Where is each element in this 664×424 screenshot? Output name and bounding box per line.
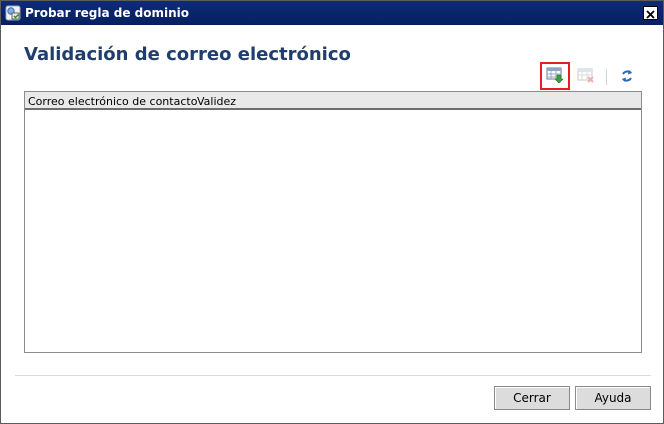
window-title: Probar regla de dominio — [25, 6, 190, 20]
column-header-contact-email[interactable]: Correo electrónico de contacto — [28, 95, 197, 108]
refresh-button[interactable] — [612, 63, 642, 91]
help-button[interactable]: Ayuda — [575, 386, 651, 410]
export-list-icon — [546, 65, 564, 87]
footer-divider — [15, 375, 651, 376]
results-table[interactable]: Correo electrónico de contacto Validez — [24, 91, 642, 353]
dialog-window: Probar regla de dominio Validación de co… — [0, 0, 664, 424]
clear-list-icon — [577, 66, 595, 88]
column-header-validity[interactable]: Validez — [197, 95, 236, 108]
page-title: Validación de correo electrónico — [24, 44, 351, 65]
close-icon — [646, 4, 655, 23]
close-button[interactable]: Cerrar — [494, 386, 570, 410]
close-window-button[interactable] — [643, 6, 658, 20]
clear-list-button[interactable] — [571, 63, 601, 91]
title-bar: Probar regla de dominio — [1, 1, 663, 25]
table-header: Correo electrónico de contacto Validez — [25, 92, 641, 110]
export-list-button[interactable] — [540, 62, 570, 90]
toolbar-separator — [606, 69, 607, 85]
refresh-icon — [620, 68, 634, 87]
domain-rule-icon — [5, 5, 21, 21]
